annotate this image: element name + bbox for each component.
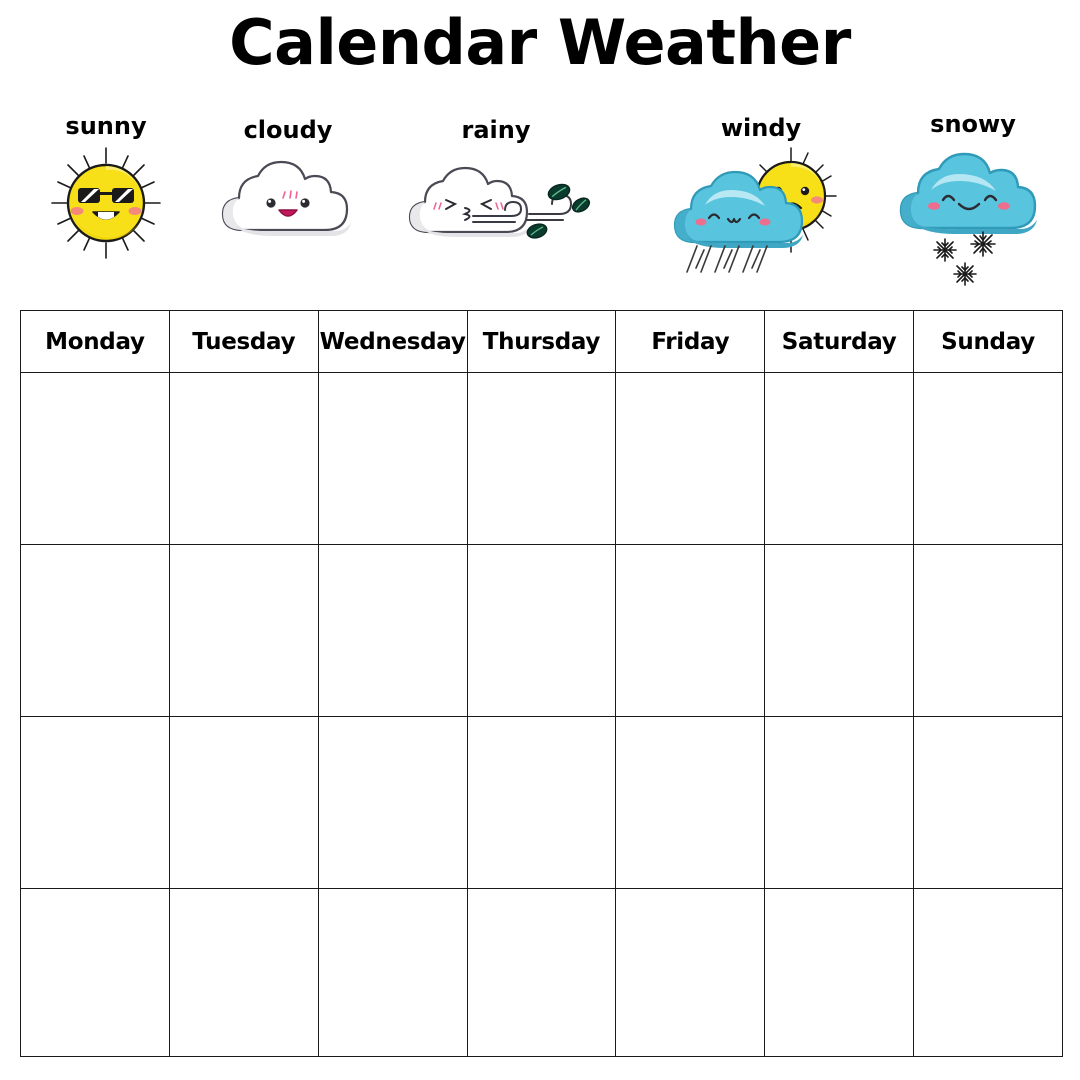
- legend-item-cloudy: cloudy: [204, 118, 372, 248]
- table-row: [20, 544, 1063, 717]
- calendar-cell[interactable]: [317, 544, 468, 717]
- rain-cloud-with-sad-sun-icon: [671, 146, 851, 276]
- calendar-cell[interactable]: [913, 544, 1063, 717]
- calendar-header-sunday: Sunday: [913, 310, 1063, 373]
- legend-label-windy: windy: [720, 114, 802, 142]
- calendar-cell[interactable]: [20, 716, 170, 889]
- worksheet-page: Calendar Weather sunny cloudy rainy wind…: [0, 0, 1080, 1080]
- legend-item-windy: windy: [668, 116, 854, 276]
- calendar-cell[interactable]: [764, 716, 915, 889]
- calendar-table: Monday Tuesday Wednesday Thursday Friday…: [20, 310, 1063, 1057]
- calendar-cell[interactable]: [168, 888, 319, 1057]
- calendar-header-thursday: Thursday: [466, 310, 617, 373]
- table-row: [20, 372, 1063, 545]
- calendar-body: [20, 372, 1063, 1057]
- calendar-header-monday: Monday: [20, 310, 170, 373]
- page-title: Calendar Weather: [229, 6, 851, 79]
- calendar-cell[interactable]: [913, 372, 1063, 545]
- calendar-cell[interactable]: [168, 716, 319, 889]
- table-row: [20, 716, 1063, 889]
- calendar-cell[interactable]: [615, 888, 766, 1057]
- calendar-cell[interactable]: [615, 544, 766, 717]
- calendar-header-tuesday: Tuesday: [168, 310, 319, 373]
- legend-item-rainy: rainy: [400, 118, 592, 253]
- calendar-cell[interactable]: [764, 888, 915, 1057]
- calendar-cell[interactable]: [466, 372, 617, 545]
- calendar-cell[interactable]: [317, 716, 468, 889]
- calendar-cell[interactable]: [615, 716, 766, 889]
- calendar-cell[interactable]: [20, 372, 170, 545]
- calendar-cell[interactable]: [168, 372, 319, 545]
- wind-blowing-cloud-with-leaves-icon: [401, 148, 591, 253]
- snow-cloud-with-snowflakes-icon: [893, 142, 1053, 286]
- calendar-cell[interactable]: [20, 888, 170, 1057]
- calendar-cell[interactable]: [317, 888, 468, 1057]
- calendar-cell[interactable]: [764, 544, 915, 717]
- calendar-table-wrapper: Monday Tuesday Wednesday Thursday Friday…: [20, 310, 1063, 1057]
- calendar-cell[interactable]: [466, 716, 617, 889]
- legend-label-cloudy: cloudy: [243, 116, 333, 144]
- calendar-header-row: Monday Tuesday Wednesday Thursday Friday…: [20, 310, 1063, 373]
- calendar-header: Monday Tuesday Wednesday Thursday Friday…: [20, 310, 1063, 373]
- sun-with-sunglasses-icon: [46, 144, 166, 262]
- calendar-cell[interactable]: [317, 372, 468, 545]
- legend-label-rainy: rainy: [461, 116, 531, 144]
- legend-item-sunny: sunny: [22, 114, 190, 262]
- calendar-header-friday: Friday: [615, 310, 766, 373]
- calendar-cell[interactable]: [615, 372, 766, 545]
- calendar-cell[interactable]: [764, 372, 915, 545]
- calendar-cell[interactable]: [913, 716, 1063, 889]
- happy-white-cloud-icon: [213, 148, 363, 248]
- legend-label-sunny: sunny: [65, 112, 147, 140]
- calendar-cell[interactable]: [20, 544, 170, 717]
- calendar-cell[interactable]: [913, 888, 1063, 1057]
- legend-item-snowy: snowy: [884, 110, 1062, 286]
- legend-label-snowy: snowy: [930, 110, 1016, 138]
- table-row: [20, 888, 1063, 1057]
- calendar-cell[interactable]: [466, 544, 617, 717]
- calendar-header-saturday: Saturday: [764, 310, 915, 373]
- calendar-cell[interactable]: [168, 544, 319, 717]
- calendar-cell[interactable]: [466, 888, 617, 1057]
- weather-legend: sunny cloudy rainy windy snowy: [0, 108, 1080, 300]
- calendar-header-wednesday: Wednesday: [317, 310, 468, 373]
